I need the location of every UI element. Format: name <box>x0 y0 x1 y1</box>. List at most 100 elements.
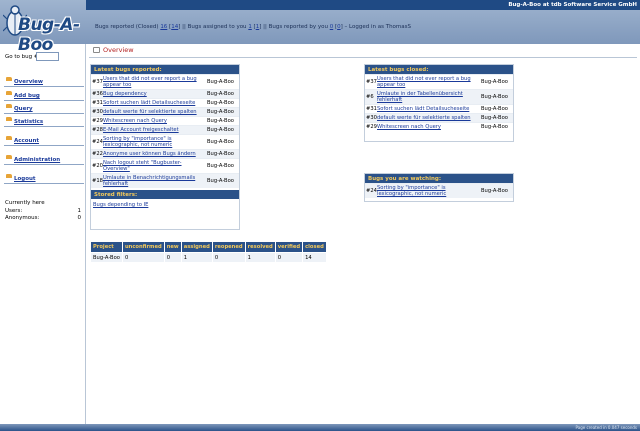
footer: Page created in 0.047 seconds <box>0 424 640 431</box>
stored-filters-heading: Stored filters: <box>91 190 239 199</box>
sidebar-item-administration[interactable]: Administration <box>4 155 84 165</box>
table-cell: 1 <box>245 253 275 262</box>
bug-title-link[interactable]: Umlaute in der Tabellenübersicht fehlerh… <box>377 90 481 104</box>
list-item: #18 Umlaute in Benachrichtigungsmails feh… <box>91 173 239 188</box>
users-value: 1 <box>77 207 82 214</box>
goto-bug-label: Go to bug # <box>5 54 39 60</box>
bug-title-link[interactable]: default werte für selektierte spalten <box>103 108 207 116</box>
sidebar-item-label: Query <box>14 106 33 112</box>
list-item: #31 Sofort suchen lädt Detailsucheseite Bu… <box>91 98 239 107</box>
table-cell: 14 <box>303 253 326 262</box>
stored-filter-link[interactable]: Bugs depending to IE <box>91 199 239 211</box>
company-bar: Bug-A-Boo at tdb Software Service GmbH <box>86 0 640 10</box>
table-header-row: Project unconfirmed new assigned reopene… <box>91 242 326 252</box>
bug-title-link[interactable]: Bug dependency <box>103 90 207 98</box>
sidebar-item-account[interactable]: Account <box>4 136 84 146</box>
bug-title-link[interactable]: Sorting by "importance" is lexicographic… <box>377 184 481 198</box>
column-header: resolved <box>245 242 275 252</box>
closed-list: #37 Users that did not ever report a bug … <box>365 74 513 131</box>
bug-project: Bug-A-Boo <box>207 100 234 106</box>
header: Bug-A-Boo at tdb Software Service GmbH B… <box>0 0 640 55</box>
bug-title-link[interactable]: Whitescreen nach Query <box>377 123 481 131</box>
table-cell: 0 <box>212 253 245 262</box>
list-item: #30 default werte für selektierte spalten… <box>365 113 513 122</box>
table-row: Bug-A-Boo 0 0 1 0 1 0 14 <box>91 253 326 262</box>
table-cell: 0 <box>122 253 164 262</box>
bug-title-link[interactable]: Whitescreen nach Query <box>103 117 207 125</box>
table-cell: 0 <box>275 253 303 262</box>
bug-title-link[interactable]: Users that did not ever report a bug app… <box>103 75 207 89</box>
anonymous-value: 0 <box>77 215 82 221</box>
reported-list: #37 Users that did not ever report a bug … <box>91 74 239 188</box>
bug-title-link[interactable]: Anonyme user können Bugs ändern <box>103 150 207 158</box>
bug-title-link[interactable]: E-Mail Account freigeschaltet <box>103 126 207 134</box>
bug-project: Bug-A-Boo <box>207 109 234 115</box>
status-line: Bugs reported (Closed) 16 [14] || Bugs a… <box>95 24 412 30</box>
bug-project: Bug-A-Boo <box>207 118 234 124</box>
sidebar-item-label: Administration <box>14 157 61 163</box>
folder-icon <box>6 174 12 178</box>
company-name: Bug-A-Boo at tdb Software Service GmbH <box>508 2 637 8</box>
column-header: verified <box>275 242 303 252</box>
bug-title-link[interactable]: Nach logout steht "Bugbuster-Overview" <box>103 159 207 173</box>
sidebar-item-label: Add bug <box>14 93 40 99</box>
list-item: #28 E-Mail Account freigeschaltet Bug-A-Bo… <box>91 125 239 134</box>
users-label: Users: <box>5 207 23 214</box>
divider <box>89 57 637 58</box>
bug-project: Bug-A-Boo <box>481 188 508 194</box>
sidebar-item-label: Account <box>14 138 40 144</box>
list-item: #37 Users that did not ever report a bug … <box>365 74 513 89</box>
bug-title-link[interactable]: Users that did not ever report a bug app… <box>377 75 481 89</box>
list-item: #31 Sofort suchen lädt Detailsucheseite Bu… <box>365 104 513 113</box>
table-cell: 0 <box>164 253 181 262</box>
bug-project: Bug-A-Boo <box>207 163 234 169</box>
bug-number: #22 <box>92 151 103 157</box>
sidebar-item-label: Logout <box>14 176 36 182</box>
bug-number: #18 <box>92 178 103 184</box>
sidebar-item-add-bug[interactable]: Add bug <box>4 91 84 101</box>
footer-text: Page created in 0.047 seconds <box>575 425 637 430</box>
logo[interactable]: Bug-A-Boo <box>2 2 92 55</box>
sidebar-item-statistics[interactable]: Statistics <box>4 117 84 127</box>
sidebar: Go to bug # Overview Add bug Query Stati… <box>0 44 86 424</box>
bug-title-link[interactable]: Sorting by "importance" is lexicographic… <box>103 135 207 149</box>
sidebar-item-overview[interactable]: Overview <box>4 77 84 87</box>
bug-title-link[interactable]: default werte für selektierte spalten <box>377 114 481 122</box>
list-item: #20 Nach logout steht "Bugbuster-Overview… <box>91 158 239 173</box>
goto-bug-input[interactable] <box>36 52 59 61</box>
bug-project: Bug-A-Boo <box>481 115 508 121</box>
list-item: #29 Whitescreen nach Query Bug-A-Boo <box>91 116 239 125</box>
folder-icon <box>6 117 12 121</box>
column-header: reopened <box>212 242 245 252</box>
bug-number: #30 <box>366 115 377 121</box>
bug-title-link[interactable]: Sofort suchen lädt Detailsucheseite <box>377 105 481 113</box>
bug-number: #6 <box>366 94 374 100</box>
list-item: #30 default werte für selektierte spalten… <box>91 107 239 116</box>
panel-heading: Latest bugs reported: <box>91 65 239 74</box>
folder-icon <box>6 104 12 108</box>
list-item: #6 Umlaute in der Tabellenübersicht fehle… <box>365 89 513 104</box>
sidebar-item-query[interactable]: Query <box>4 104 84 114</box>
table-cell: 1 <box>181 253 212 262</box>
bug-number: #37 <box>366 79 377 85</box>
sidebar-item-label: Statistics <box>14 119 44 125</box>
status-assigned-count-link[interactable]: 1 <box>248 24 252 30</box>
sidebar-item-logout[interactable]: Logout <box>4 174 84 184</box>
currently-heading: Currently here <box>5 200 45 206</box>
status-reported-count-link[interactable]: 0 <box>330 24 334 30</box>
bug-title-link[interactable]: Umlaute in Benachrichtigungsmails fehler… <box>103 174 207 188</box>
list-item: #37 Users that did not ever report a bug … <box>91 74 239 89</box>
status-closed-count-link[interactable]: 16 <box>160 24 167 30</box>
folder-icon <box>6 136 12 140</box>
status-assigned-total-link[interactable]: 1 <box>256 24 260 30</box>
bug-project: Bug-A-Boo <box>481 94 508 100</box>
folder-icon <box>6 91 12 95</box>
bug-number: #36 <box>92 91 103 97</box>
bug-number: #20 <box>92 163 103 169</box>
folder-icon <box>6 155 12 159</box>
status-reported-total-link[interactable]: 0 <box>337 24 341 30</box>
list-item: #24 Sorting by "importance" is lexicograp… <box>91 134 239 149</box>
list-item: #29 Whitescreen nach Query Bug-A-Boo <box>365 122 513 131</box>
status-closed-total-link[interactable]: 14 <box>171 24 178 30</box>
bug-title-link[interactable]: Sofort suchen lädt Detailsucheseite <box>103 99 207 107</box>
